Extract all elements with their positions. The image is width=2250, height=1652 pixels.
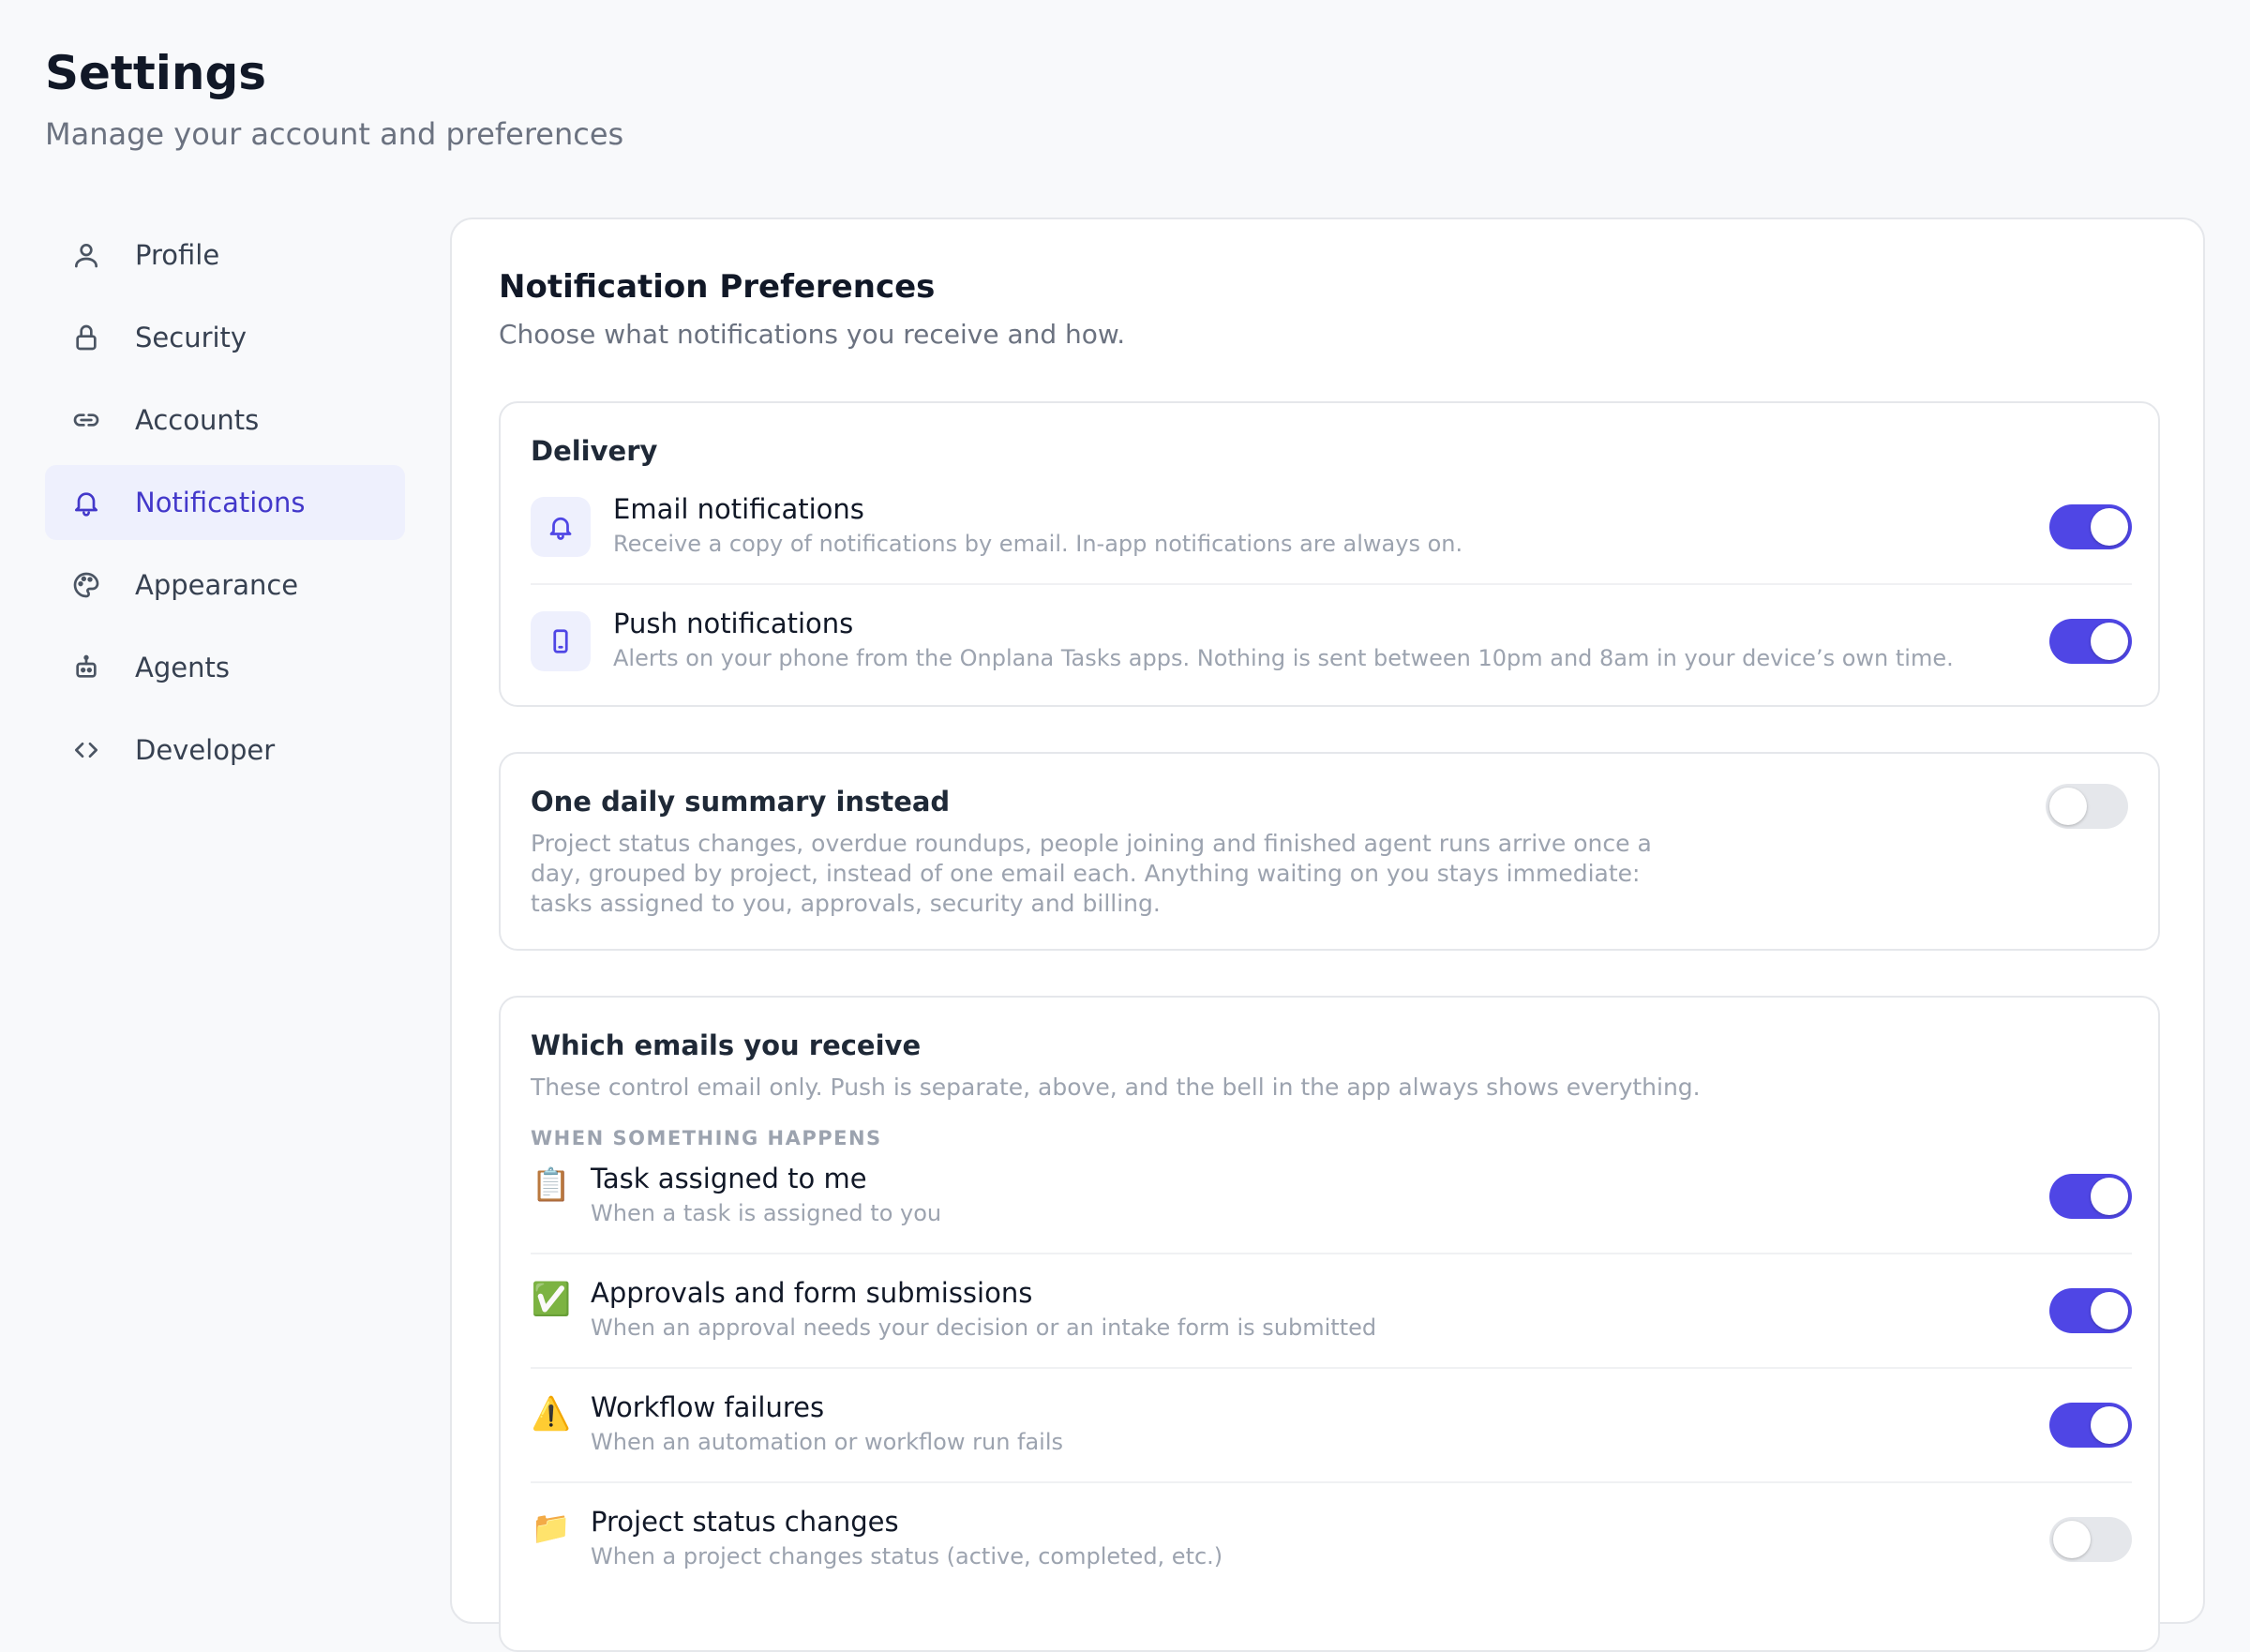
daily-summary-title: One daily summary instead	[531, 786, 951, 818]
sidebar-item-label: Agents	[135, 652, 230, 683]
email-type-title: Approvals and form submissions	[591, 1277, 1033, 1309]
daily-summary-desc-line: tasks assigned to you, approvals, securi…	[531, 890, 1161, 917]
sidebar-item-label: Appearance	[135, 569, 299, 601]
notification-preferences-panel: Notification Preferences Choose what not…	[450, 218, 2205, 1652]
task-assigned-toggle[interactable]	[2049, 1174, 2132, 1219]
robot-icon	[68, 649, 105, 686]
panel-title: Notification Preferences	[499, 268, 936, 306]
sidebar-item-accounts[interactable]: Accounts	[45, 383, 405, 458]
daily-summary-desc: Project status changes, overdue roundups…	[531, 829, 1652, 919]
code-icon	[68, 731, 105, 769]
push-notifications-title: Push notifications	[613, 608, 854, 639]
approvals-toggle[interactable]	[2049, 1288, 2132, 1333]
sidebar-item-label: Accounts	[135, 404, 260, 436]
which-emails-title: Which emails you receive	[531, 1029, 922, 1061]
which-emails-card: Which emails you receive These control e…	[499, 996, 2160, 1652]
link-icon	[68, 401, 105, 439]
page-subtitle: Manage your account and preferences	[45, 116, 624, 152]
email-notifications-row: Email notifications Receive a copy of no…	[531, 493, 2132, 557]
email-type-desc: When an automation or workflow run fails	[591, 1429, 1064, 1455]
daily-summary-card: One daily summary instead Project status…	[499, 752, 2160, 951]
sidebar-item-label: Developer	[135, 734, 276, 766]
push-notifications-desc: Alerts on your phone from the Onplana Ta…	[613, 645, 1954, 671]
email-type-row: 📋 Task assigned to me When a task is ass…	[531, 1163, 2132, 1226]
folder-icon: 📁	[531, 1509, 572, 1547]
email-notifications-toggle[interactable]	[2049, 504, 2132, 549]
push-notifications-toggle[interactable]	[2049, 619, 2132, 664]
workflow-failures-toggle[interactable]	[2049, 1403, 2132, 1448]
email-type-title: Workflow failures	[591, 1391, 825, 1423]
sidebar-item-label: Profile	[135, 239, 220, 271]
sidebar-item-appearance[interactable]: Appearance	[45, 548, 405, 623]
sidebar-item-label: Security	[135, 322, 248, 353]
delivery-card: Delivery Email notifications Receive a c…	[499, 401, 2160, 707]
email-type-desc: When a project changes status (active, c…	[591, 1543, 1223, 1569]
daily-summary-desc-line: day, grouped by project, instead of one …	[531, 860, 1641, 887]
email-type-row: ✅ Approvals and form submissions When an…	[531, 1277, 2132, 1341]
sidebar-item-security[interactable]: Security	[45, 300, 405, 375]
email-notifications-desc: Receive a copy of notifications by email…	[613, 531, 1463, 557]
email-type-desc: When a task is assigned to you	[591, 1200, 942, 1226]
email-type-row: 📁 Project status changes When a project …	[531, 1506, 2132, 1569]
project-status-toggle[interactable]	[2049, 1517, 2132, 1562]
user-icon	[68, 236, 105, 274]
sidebar-item-label: Notifications	[135, 487, 306, 518]
email-type-title: Project status changes	[591, 1506, 899, 1538]
warning-icon: ⚠️	[531, 1395, 572, 1433]
sidebar-item-agents[interactable]: Agents	[45, 630, 405, 705]
clipboard-icon: 📋	[531, 1166, 572, 1204]
daily-summary-desc-line: Project status changes, overdue roundups…	[531, 830, 1652, 857]
sidebar-item-developer[interactable]: Developer	[45, 713, 405, 788]
sidebar-item-notifications[interactable]: Notifications	[45, 465, 405, 540]
check-mark-icon: ✅	[531, 1281, 572, 1318]
section-label: WHEN SOMETHING HAPPENS	[531, 1127, 882, 1149]
page-title: Settings	[45, 46, 267, 100]
panel-subtitle: Choose what notifications you receive an…	[499, 319, 1126, 350]
push-notifications-row: Push notifications Alerts on your phone …	[531, 608, 2132, 671]
daily-summary-toggle[interactable]	[2046, 784, 2128, 829]
bell-icon	[68, 484, 105, 521]
phone-icon	[531, 611, 591, 671]
email-type-desc: When an approval needs your decision or …	[591, 1314, 1377, 1341]
which-emails-desc: These control email only. Push is separa…	[531, 1074, 1701, 1101]
page-header: Settings Manage your account and prefere…	[45, 43, 623, 152]
palette-icon	[68, 566, 105, 604]
sidebar-item-profile[interactable]: Profile	[45, 218, 405, 293]
email-notifications-title: Email notifications	[613, 493, 864, 525]
lock-icon	[68, 319, 105, 356]
delivery-title: Delivery	[531, 435, 658, 467]
bell-icon	[531, 497, 591, 557]
email-type-row: ⚠️ Workflow failures When an automation …	[531, 1391, 2132, 1455]
email-type-title: Task assigned to me	[591, 1163, 867, 1194]
settings-sidebar: Profile Security Accounts Notifications …	[45, 218, 405, 795]
